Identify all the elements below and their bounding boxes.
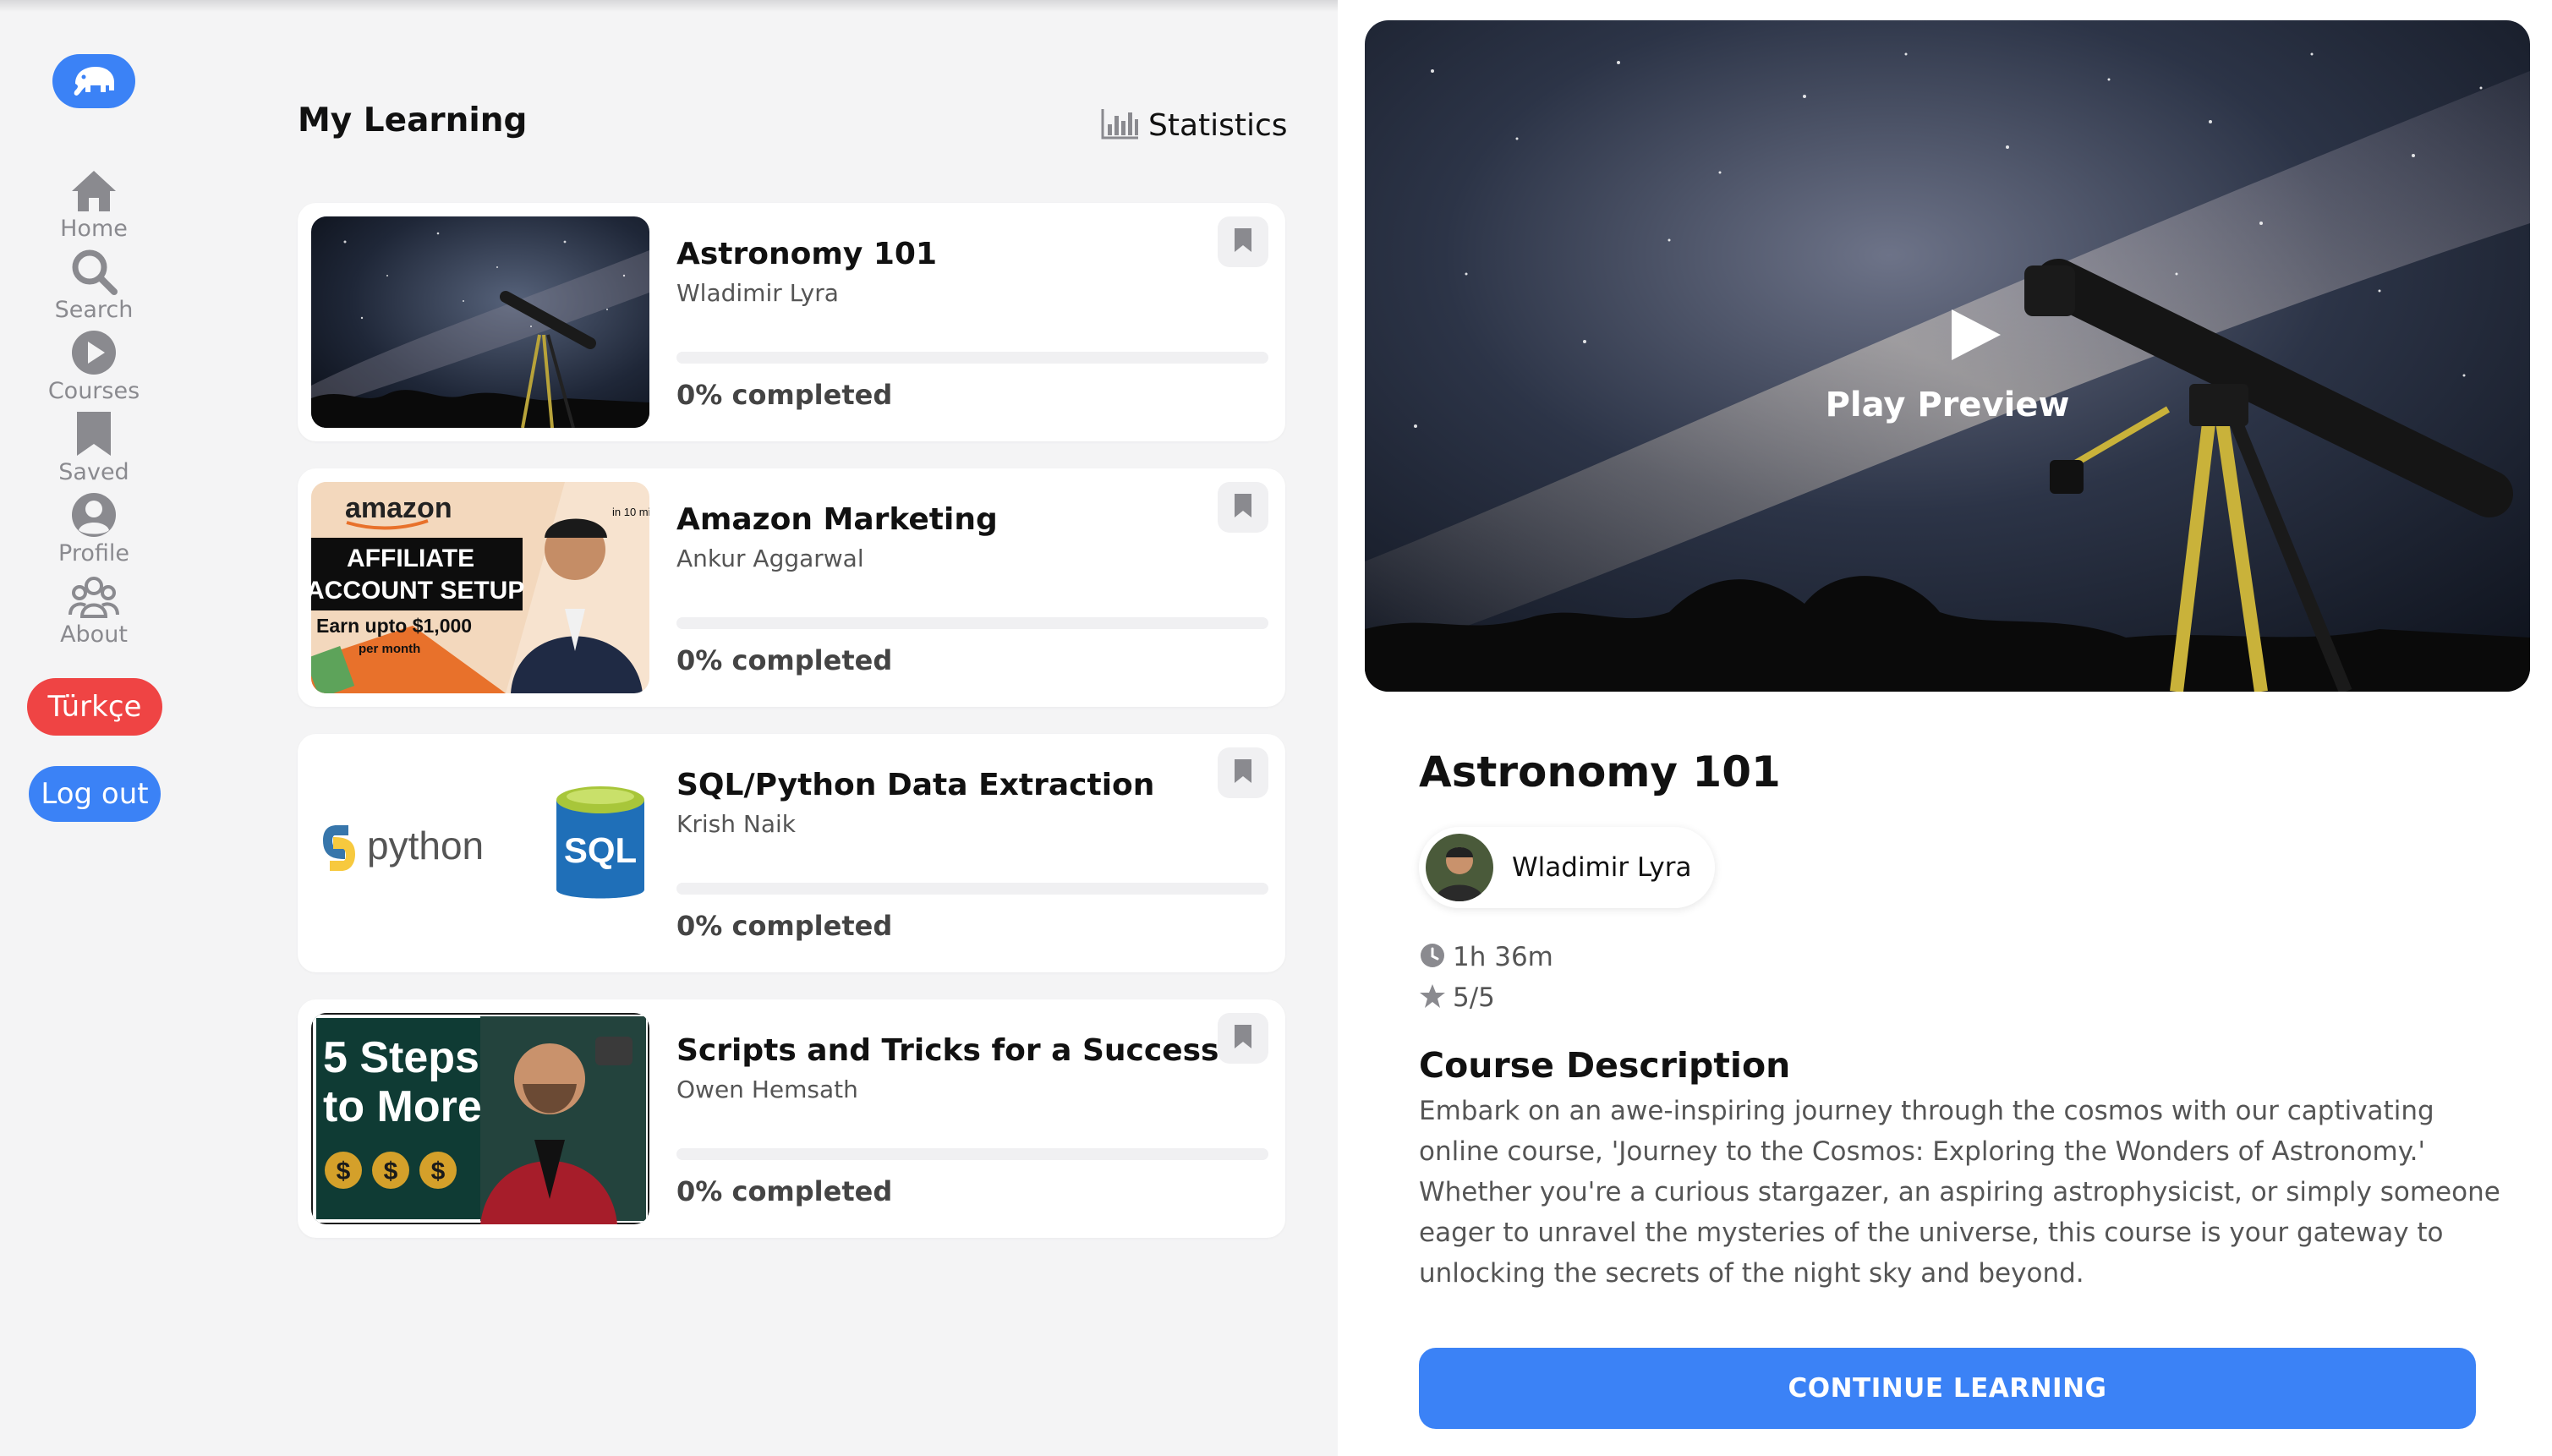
sidebar-item-courses[interactable]: Courses <box>26 328 162 406</box>
sidebar-item-about[interactable]: About <box>26 572 162 649</box>
search-icon <box>67 247 121 296</box>
thumb-line-1: 5 Steps <box>323 1033 479 1082</box>
video-preview[interactable]: Play Preview <box>1365 20 2530 692</box>
completion-label: 0% completed <box>676 910 893 942</box>
course-detail-title: Astronomy 101 <box>1419 747 1781 796</box>
logout-button[interactable]: Log out <box>29 766 161 822</box>
description-heading: Course Description <box>1419 1045 1791 1086</box>
sidebar-item-label: Profile <box>58 540 129 567</box>
sidebar: Home Search Courses Saved Profile About … <box>0 0 188 1456</box>
completion-label: 0% completed <box>676 379 893 411</box>
description-text: Embark on an awe-inspiring journey throu… <box>1419 1096 2500 1289</box>
course-card[interactable]: 5 Steps to More $ $ $ Scripts and Tricks… <box>298 999 1285 1238</box>
sidebar-item-saved[interactable]: Saved <box>26 409 162 487</box>
sidebar-item-label: Courses <box>47 378 140 404</box>
thumb-line-4: per month <box>359 642 420 656</box>
rating-text: 5/5 <box>1453 983 1495 1013</box>
course-card[interactable]: amazon AFFILIATE ACCOUNT SETUP Earn upto… <box>298 468 1285 707</box>
bookmark-button[interactable] <box>1218 1013 1268 1064</box>
user-icon <box>67 490 121 539</box>
sidebar-item-label: Saved <box>58 459 129 485</box>
instructor-chip[interactable]: Wladimir Lyra <box>1419 827 1715 908</box>
course-thumbnail: python SQL <box>311 747 649 959</box>
bookmark-button[interactable] <box>1218 747 1268 798</box>
continue-learning-button[interactable]: CONTINUE LEARNING <box>1419 1348 2476 1429</box>
duration-text: 1h 36m <box>1453 942 1553 972</box>
course-card[interactable]: python SQL SQL/Python Data Extraction Kr… <box>298 734 1285 972</box>
course-author: Krish Naik <box>676 810 796 838</box>
course-title: SQL/Python Data Extraction <box>676 768 1155 802</box>
sidebar-item-label: About <box>60 621 128 648</box>
course-thumbnail: amazon AFFILIATE ACCOUNT SETUP Earn upto… <box>311 482 649 693</box>
play-preview-label: Play Preview <box>1825 386 2070 424</box>
thumb-line-2: to More <box>323 1082 482 1131</box>
rating-row: 5/5 <box>1419 983 1495 1013</box>
language-button[interactable]: Türkçe <box>27 678 162 736</box>
sidebar-item-profile[interactable]: Profile <box>26 490 162 568</box>
course-card[interactable]: Astronomy 101 Wladimir Lyra 0% completed <box>298 203 1285 441</box>
play-circle-icon <box>67 328 121 377</box>
bookmark-icon <box>1234 493 1252 522</box>
statistics-link[interactable]: Statistics <box>1101 105 1288 145</box>
money-bag-2: $ <box>384 1158 398 1185</box>
thumb-line-1: AFFILIATE <box>347 545 474 572</box>
thumb-corner: in 10 minut <box>612 506 649 518</box>
bookmark-button[interactable] <box>1218 482 1268 533</box>
bookmark-icon <box>1234 227 1252 256</box>
course-thumbnail: 5 Steps to More $ $ $ <box>311 1013 649 1224</box>
course-author: Wladimir Lyra <box>676 279 839 307</box>
thumb-line-3: Earn upto $1,000 <box>316 615 472 637</box>
bar-chart-icon <box>1101 107 1140 143</box>
progress-bar <box>676 617 1268 629</box>
course-title: Amazon Marketing <box>676 502 998 537</box>
progress-bar <box>676 883 1268 895</box>
sidebar-item-search[interactable]: Search <box>26 247 162 325</box>
sidebar-item-label: Search <box>54 297 134 323</box>
group-icon <box>67 572 121 621</box>
top-shadow <box>0 0 1338 12</box>
home-icon <box>67 166 121 215</box>
sql-database-icon: SQL <box>556 786 644 899</box>
sidebar-item-home[interactable]: Home <box>26 166 162 244</box>
course-detail-panel: Play Preview Astronomy 101 Wladimir Lyra… <box>1338 0 2552 1456</box>
bookmark-button[interactable] <box>1218 216 1268 267</box>
money-bag-1: $ <box>337 1158 351 1185</box>
thumb-line-2: ACCOUNT SETUP <box>311 577 524 605</box>
avatar <box>1426 834 1493 901</box>
sidebar-item-label: Home <box>60 216 128 242</box>
sql-label: SQL <box>564 830 637 870</box>
completion-label: 0% completed <box>676 1175 893 1207</box>
star-icon <box>1419 983 1446 1013</box>
page-title: My Learning <box>298 101 528 140</box>
course-author: Owen Hemsath <box>676 1076 858 1103</box>
duration-row: 1h 36m <box>1419 942 1553 972</box>
elephant-logo-icon[interactable] <box>52 54 135 108</box>
course-author: Ankur Aggarwal <box>676 545 864 572</box>
money-bag-3: $ <box>431 1158 446 1185</box>
completion-label: 0% completed <box>676 644 893 676</box>
play-icon <box>1952 309 2001 360</box>
bookmark-icon <box>67 409 121 458</box>
amazon-brand: amazon <box>345 492 452 524</box>
python-wordmark: python <box>367 824 484 868</box>
bookmark-icon <box>1234 1024 1252 1053</box>
statistics-label: Statistics <box>1148 107 1288 143</box>
bookmark-icon <box>1234 758 1252 787</box>
course-title: Astronomy 101 <box>676 237 938 271</box>
course-title: Scripts and Tricks for a Successful S <box>676 1033 1218 1068</box>
instructor-name: Wladimir Lyra <box>1512 852 1692 883</box>
clock-icon <box>1419 942 1446 972</box>
progress-bar <box>676 1148 1268 1160</box>
progress-bar <box>676 352 1268 364</box>
course-thumbnail <box>311 216 649 428</box>
